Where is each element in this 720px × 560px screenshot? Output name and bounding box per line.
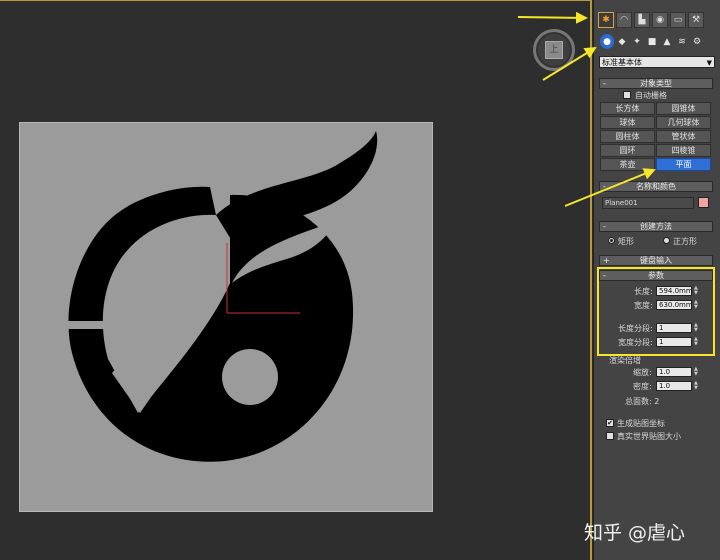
rollout-title: 键盘输入 xyxy=(640,256,672,265)
hierarchy-tab-icon[interactable]: ▙ xyxy=(634,12,650,28)
geometry-icon[interactable]: ● xyxy=(600,34,614,49)
density-label: 密度: xyxy=(633,382,652,391)
square-label: 正方形 xyxy=(673,237,697,246)
autogrid-checkbox[interactable] xyxy=(623,91,631,99)
scale-label: 缩放: xyxy=(633,368,652,377)
gen-mapping-checkbox[interactable]: ✔ xyxy=(606,419,614,427)
collapse-icon: - xyxy=(603,182,606,191)
gen-mapping-label: 生成贴图坐标 xyxy=(617,419,665,428)
rollout-title: 创建方法 xyxy=(640,222,672,231)
geosphere-button[interactable]: 几何球体 xyxy=(656,116,711,129)
total-faces-label: 总面数: 2 xyxy=(625,397,660,406)
creation-method-rollout-header[interactable]: - 创建方法 xyxy=(599,221,713,232)
rectangle-radio[interactable] xyxy=(608,237,615,244)
modify-tab-icon[interactable]: ◠ xyxy=(616,12,632,28)
helpers-icon[interactable]: ▲ xyxy=(660,34,674,49)
rollout-title: 对象类型 xyxy=(640,79,672,88)
pyramid-button[interactable]: 四棱锥 xyxy=(656,144,711,157)
plane-button[interactable]: 平面 xyxy=(656,158,711,171)
box-button[interactable]: 长方体 xyxy=(600,102,655,115)
systems-icon[interactable]: ⚙ xyxy=(690,34,704,49)
command-panel-tabs: ✱ ◠ ▙ ◉ ▭ ⚒ xyxy=(598,12,718,28)
real-world-checkbox[interactable] xyxy=(606,432,614,440)
density-spinner[interactable]: ▲ ▼ xyxy=(694,381,700,391)
object-category-dropdown[interactable]: 标准基本体 ▼ xyxy=(599,56,715,68)
torus-button[interactable]: 圆环 xyxy=(600,144,655,157)
motion-tab-icon[interactable]: ◉ xyxy=(652,12,668,28)
spacewarps-icon[interactable]: ≋ xyxy=(675,34,689,49)
parameters-highlight-frame xyxy=(597,267,715,356)
logo-dot xyxy=(222,349,278,405)
scale-field[interactable]: 1.0 xyxy=(656,367,692,377)
perspective-viewport[interactable]: 上 xyxy=(0,0,592,560)
real-world-label: 真实世界贴图大小 xyxy=(617,432,681,441)
object-color-swatch[interactable] xyxy=(698,197,709,208)
keyboard-entry-rollout-header[interactable]: + 键盘输入 xyxy=(599,255,713,266)
lights-icon[interactable]: ✦ xyxy=(630,34,644,49)
viewcube-face[interactable]: 上 xyxy=(545,41,563,59)
display-tab-icon[interactable]: ▭ xyxy=(670,12,686,28)
object-name-field[interactable]: Plane001 xyxy=(602,197,694,209)
render-multipliers-label: 渲染倍增 xyxy=(609,356,641,365)
create-tab-icon[interactable]: ✱ xyxy=(598,12,614,28)
rectangle-label: 矩形 xyxy=(618,237,634,246)
viewcube[interactable]: 上 xyxy=(533,29,575,71)
sphere-button[interactable]: 球体 xyxy=(600,116,655,129)
dropdown-value: 标准基本体 xyxy=(602,58,642,67)
square-radio[interactable] xyxy=(663,237,670,244)
logo-texture xyxy=(68,131,378,462)
object-type-rollout-header[interactable]: - 对象类型 xyxy=(599,78,713,89)
active-viewport-border xyxy=(590,1,592,560)
shapes-icon[interactable]: ◆ xyxy=(615,34,629,49)
plane-object[interactable] xyxy=(19,122,433,512)
watermark: 知乎 @虐心 xyxy=(584,522,686,544)
cylinder-button[interactable]: 圆柱体 xyxy=(600,130,655,143)
name-color-rollout-header[interactable]: - 名称和颜色 xyxy=(599,181,713,192)
tube-button[interactable]: 管状体 xyxy=(656,130,711,143)
logo-crossbar-gap xyxy=(68,321,116,329)
expand-icon: + xyxy=(603,256,610,265)
cameras-icon[interactable]: ■ xyxy=(645,34,659,49)
density-field[interactable]: 1.0 xyxy=(656,381,692,391)
teapot-button[interactable]: 茶壶 xyxy=(600,158,655,171)
scale-spinner[interactable]: ▲ ▼ xyxy=(694,367,700,377)
create-subtabs: ● ◆ ✦ ■ ▲ ≋ ⚙ xyxy=(600,34,718,50)
cone-button[interactable]: 圆锥体 xyxy=(656,102,711,115)
autogrid-label: 自动栅格 xyxy=(635,91,667,100)
chevron-down-icon: ▼ xyxy=(706,59,712,67)
collapse-icon: - xyxy=(603,222,606,231)
rollout-title: 名称和颜色 xyxy=(636,182,676,191)
utilities-tab-icon[interactable]: ⚒ xyxy=(688,12,704,28)
collapse-icon: - xyxy=(603,79,606,88)
